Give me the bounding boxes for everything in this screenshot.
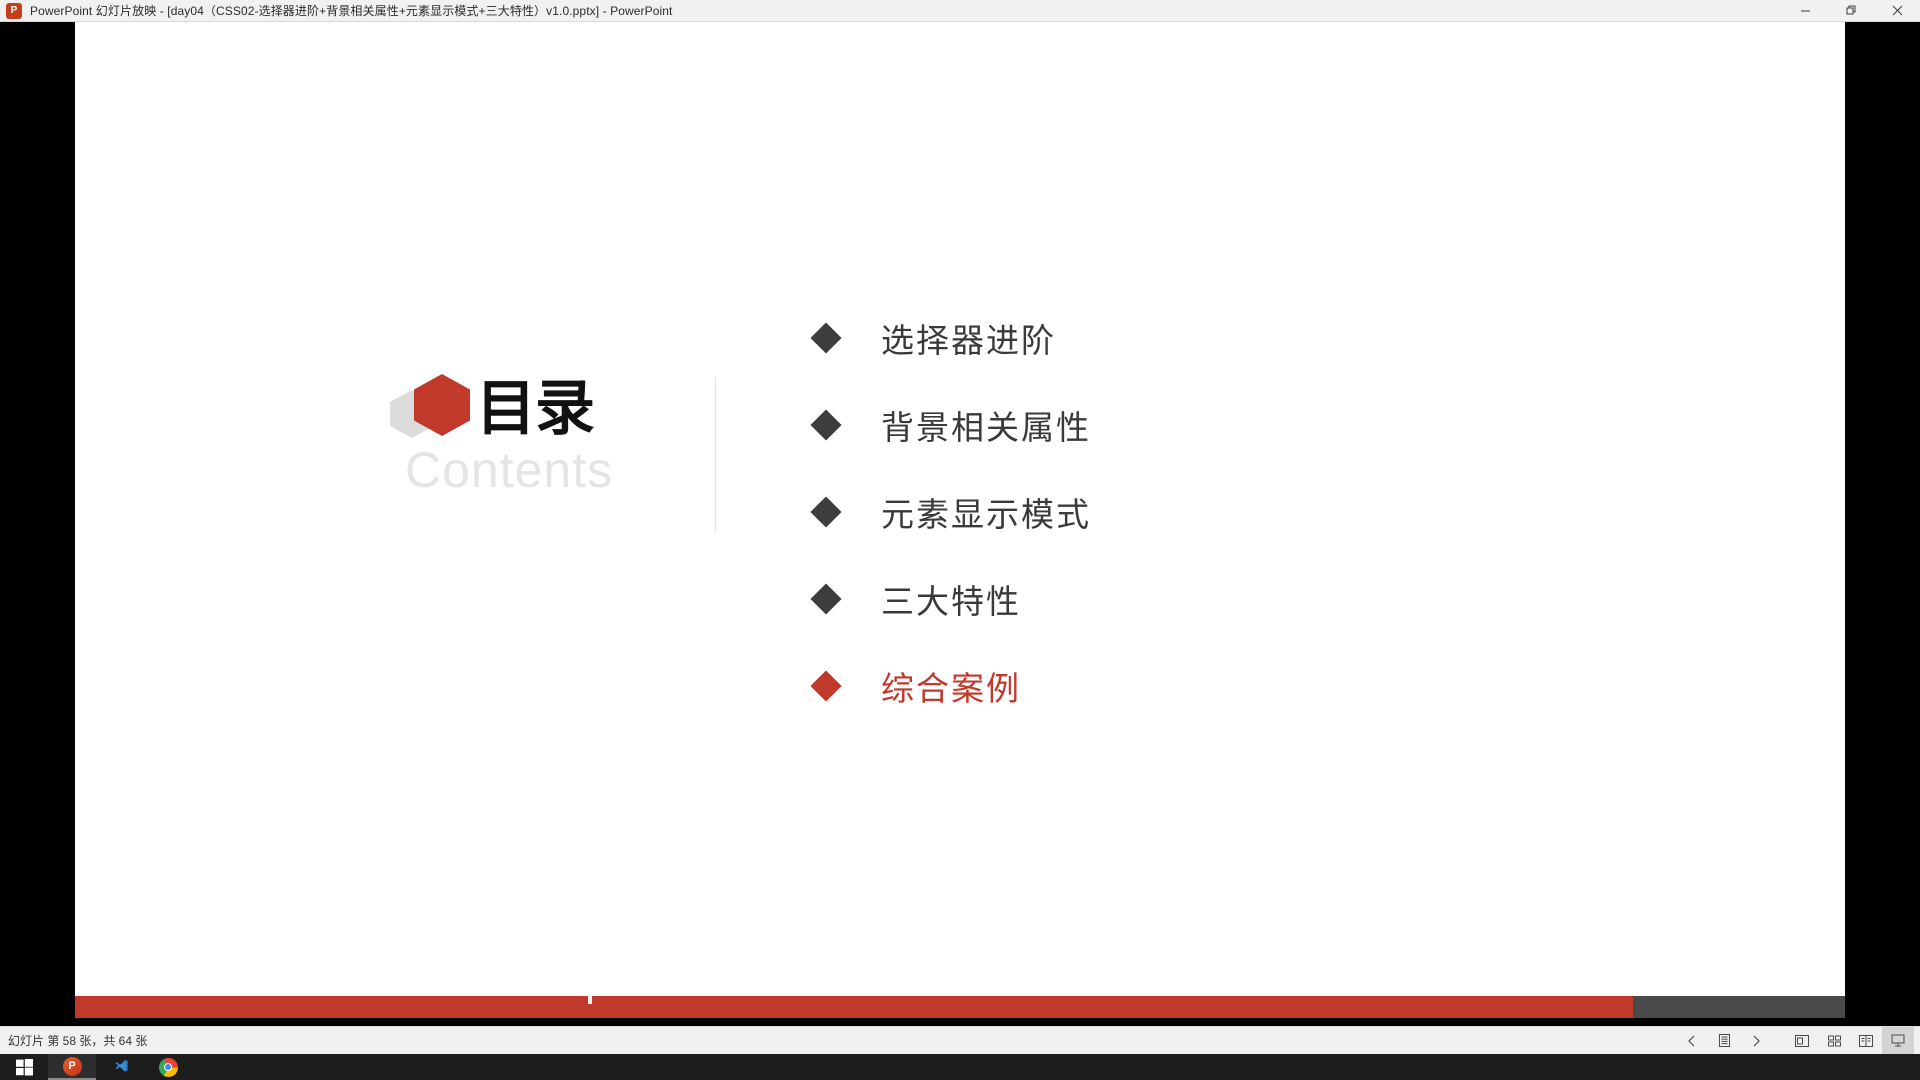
taskbar-item-vscode[interactable] <box>96 1054 144 1080</box>
slide-canvas[interactable]: 目录 Contents 选择器进阶 背景相关属性 元素显示模式 三大特性 综合案… <box>75 22 1845 1018</box>
window-controls <box>1782 0 1920 22</box>
diamond-bullet-icon <box>810 495 842 528</box>
hexagon-logo-icon <box>390 362 472 438</box>
taskbar-item-powerpoint[interactable]: P <box>48 1054 96 1080</box>
taskbar-item-chrome[interactable] <box>144 1054 192 1080</box>
diamond-bullet-icon <box>810 321 842 354</box>
slideshow-stage: 目录 Contents 选择器进阶 背景相关属性 元素显示模式 三大特性 综合案… <box>0 22 1920 1026</box>
list-item[interactable]: 三大特性 <box>810 555 1415 642</box>
list-item-label: 三大特性 <box>881 582 1021 620</box>
slideshow-progress-fill <box>75 996 1633 1018</box>
view-controls <box>1676 1026 1914 1055</box>
diamond-bullet-icon <box>810 582 842 615</box>
window-titlebar[interactable]: P PowerPoint 幻灯片放映 - [day04（CSS02-选择器进阶+… <box>0 0 1920 22</box>
slide-sorter-button[interactable] <box>1818 1027 1850 1055</box>
status-bar: 幻灯片 第 58 张，共 64 张 <box>0 1026 1920 1055</box>
powerpoint-icon: P <box>6 2 22 19</box>
contents-logo-row: 目录 <box>390 362 595 442</box>
diamond-bullet-icon <box>810 669 842 702</box>
next-slide-button[interactable] <box>1740 1027 1772 1055</box>
slide-count-status: 幻灯片 第 58 张，共 64 张 <box>8 1034 148 1048</box>
table-of-contents-list: 选择器进阶 背景相关属性 元素显示模式 三大特性 综合案例 <box>810 294 1415 729</box>
chrome-icon <box>158 1057 178 1077</box>
reading-view-button[interactable] <box>1850 1027 1882 1055</box>
window-title: PowerPoint 幻灯片放映 - [day04（CSS02-选择器进阶+背景… <box>30 4 673 18</box>
list-item-highlighted[interactable]: 综合案例 <box>810 642 1415 729</box>
minimize-button[interactable] <box>1782 0 1828 22</box>
list-item[interactable]: 选择器进阶 <box>810 294 1415 381</box>
normal-view-button[interactable] <box>1786 1027 1818 1055</box>
restore-button[interactable] <box>1828 0 1874 22</box>
list-item[interactable]: 元素显示模式 <box>810 468 1415 555</box>
powerpoint-taskbar-icon: P <box>62 1056 82 1076</box>
contents-heading-block: 目录 Contents <box>390 362 715 512</box>
start-button[interactable] <box>0 1054 48 1080</box>
previous-slide-button[interactable] <box>1676 1027 1708 1055</box>
slideshow-progress-track[interactable] <box>75 996 1845 1018</box>
slideshow-progress-nub[interactable] <box>588 996 593 1004</box>
notes-button[interactable] <box>1708 1027 1740 1055</box>
slideshow-button[interactable] <box>1882 1026 1914 1055</box>
vscode-icon <box>114 1059 128 1072</box>
list-item[interactable]: 背景相关属性 <box>810 381 1415 468</box>
list-item-label: 背景相关属性 <box>881 408 1091 446</box>
list-item-label: 选择器进阶 <box>881 321 1056 359</box>
contents-title-en: Contents <box>405 442 614 498</box>
windows-taskbar: P <box>0 1054 1920 1080</box>
vertical-divider <box>715 377 716 532</box>
diamond-bullet-icon <box>810 408 842 441</box>
contents-title-cn: 目录 <box>476 375 595 442</box>
list-item-label: 综合案例 <box>881 669 1021 707</box>
close-button[interactable] <box>1874 0 1920 22</box>
list-item-label: 元素显示模式 <box>881 495 1091 533</box>
